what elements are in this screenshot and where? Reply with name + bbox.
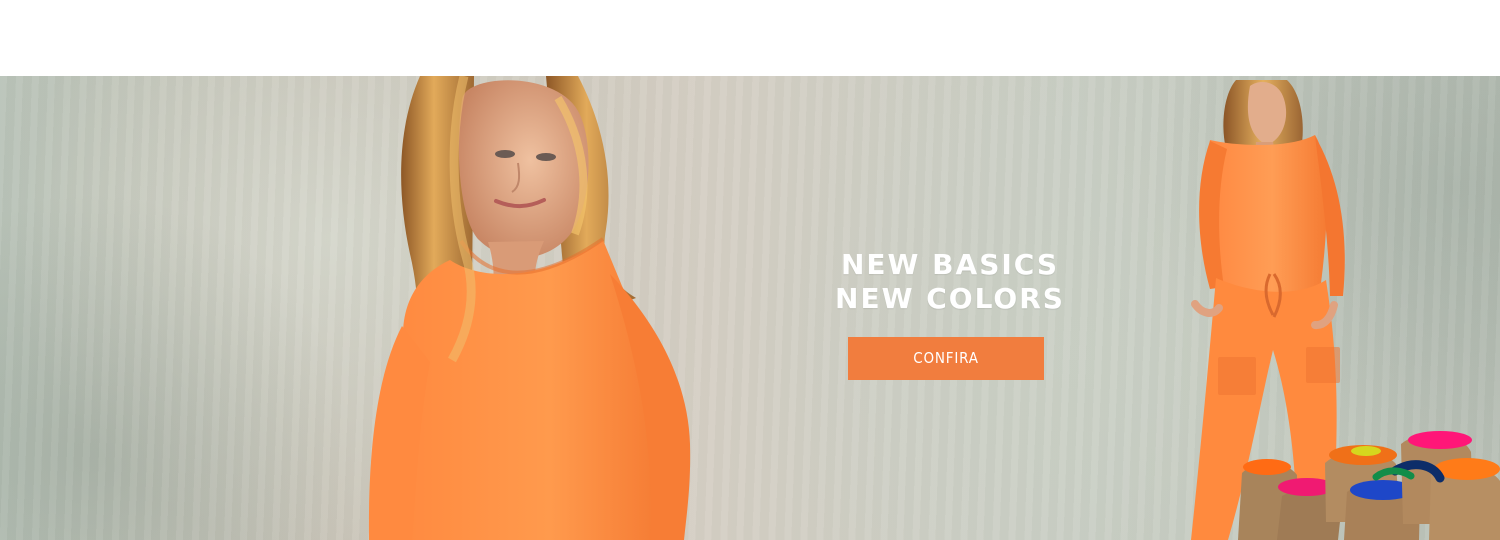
- colored-powder-bags-image: [1238, 431, 1500, 540]
- confira-button[interactable]: CONFIRA: [848, 337, 1044, 380]
- promo-content: NEW BASICS NEW COLORS CONFIRA: [833, 248, 1067, 380]
- headline-line-new-colors: NEW COLORS: [835, 282, 1065, 315]
- headline-line-new-basics: NEW BASICS: [840, 248, 1060, 281]
- promo-headline: NEW BASICS NEW COLORS: [833, 248, 1067, 316]
- top-white-bar: [0, 0, 1500, 76]
- promo-banner[interactable]: NEW BASICS NEW COLORS CONFIRA: [0, 76, 1500, 540]
- left-model-image: [368, 76, 691, 540]
